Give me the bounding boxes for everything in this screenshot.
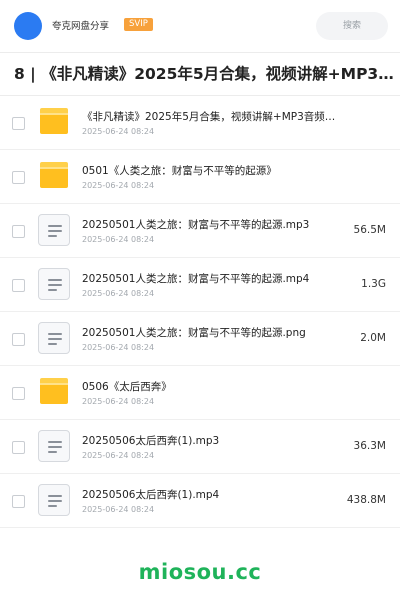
list-item[interactable]: 《非凡精读》2025年5月合集，视频讲解+MP3音频+PDF文稿 2025-06-… xyxy=(0,96,400,150)
item-checkbox[interactable] xyxy=(12,117,25,130)
brand-name: 夸克网盘分享 xyxy=(52,21,110,32)
item-name: 0501《人类之旅：财富与不平等的起源》 xyxy=(82,165,277,177)
avatar[interactable] xyxy=(14,12,42,40)
list-item[interactable]: 20250501人类之旅：财富与不平等的起源.mp3 2025-06-24 08:… xyxy=(0,204,400,258)
item-size: 2.0M xyxy=(360,332,386,344)
header-divider xyxy=(0,52,400,53)
list-item[interactable]: 20250501人类之旅：财富与不平等的起源.png 2025-06-24 08:… xyxy=(0,312,400,366)
item-name: 《非凡精读》2025年5月合集，视频讲解+MP3音频+PDF文稿 xyxy=(82,111,337,123)
item-date: 2025-06-24 08:24 xyxy=(82,397,155,406)
file-icon xyxy=(38,430,70,462)
item-date: 2025-06-24 08:24 xyxy=(82,181,155,190)
folder-icon xyxy=(40,108,68,134)
item-date: 2025-06-24 08:24 xyxy=(82,451,155,460)
item-name: 20250501人类之旅：财富与不平等的起源.mp4 xyxy=(82,273,310,285)
item-size: 56.5M xyxy=(353,224,386,236)
item-date: 2025-06-24 08:24 xyxy=(82,505,155,514)
item-checkbox[interactable] xyxy=(12,387,25,400)
list-item[interactable]: 0506《太后西奔》 2025-06-24 08:24 xyxy=(0,366,400,420)
item-size: 36.3M xyxy=(353,440,386,452)
item-date: 2025-06-24 08:24 xyxy=(82,343,155,352)
item-name: 0506《太后西奔》 xyxy=(82,381,172,393)
item-checkbox[interactable] xyxy=(12,279,25,292)
item-checkbox[interactable] xyxy=(12,495,25,508)
item-date: 2025-06-24 08:24 xyxy=(82,289,155,298)
item-name: 20250506太后西奔(1).mp4 xyxy=(82,489,220,501)
item-checkbox[interactable] xyxy=(12,333,25,346)
item-date: 2025-06-24 08:24 xyxy=(82,127,155,136)
app-header: 夸克网盘分享 SVIP 搜索 xyxy=(0,0,400,52)
item-name: 20250501人类之旅：财富与不平等的起源.mp3 xyxy=(82,219,310,231)
file-icon xyxy=(38,484,70,516)
file-icon xyxy=(38,322,70,354)
item-checkbox[interactable] xyxy=(12,225,25,238)
search-input[interactable]: 搜索 xyxy=(316,12,388,40)
item-size: 438.8M xyxy=(346,494,386,506)
page-title: 8 | 《非凡精读》2025年5月合集，视频讲解+MP3音频+PDF文稿 xyxy=(14,65,398,83)
list-item[interactable]: 20250506太后西奔(1).mp4 2025-06-24 08:24 438.8… xyxy=(0,474,400,528)
item-checkbox[interactable] xyxy=(12,441,25,454)
list-item[interactable]: 20250506太后西奔(1).mp3 2025-06-24 08:24 36.3M xyxy=(0,420,400,474)
list-item[interactable]: 20250501人类之旅：财富与不平等的起源.mp4 2025-06-24 08:… xyxy=(0,258,400,312)
svip-badge: SVIP xyxy=(124,18,153,31)
item-checkbox[interactable] xyxy=(12,171,25,184)
item-name: 20250501人类之旅：财富与不平等的起源.png xyxy=(82,327,306,339)
folder-icon xyxy=(40,378,68,404)
item-size: 1.3G xyxy=(361,278,386,290)
list-item[interactable]: 0501《人类之旅：财富与不平等的起源》 2025-06-24 08:24 xyxy=(0,150,400,204)
item-name: 20250506太后西奔(1).mp3 xyxy=(82,435,220,447)
file-icon xyxy=(38,214,70,246)
file-icon xyxy=(38,268,70,300)
item-date: 2025-06-24 08:24 xyxy=(82,235,155,244)
folder-icon xyxy=(40,162,68,188)
watermark: miosou.cc xyxy=(138,560,262,584)
